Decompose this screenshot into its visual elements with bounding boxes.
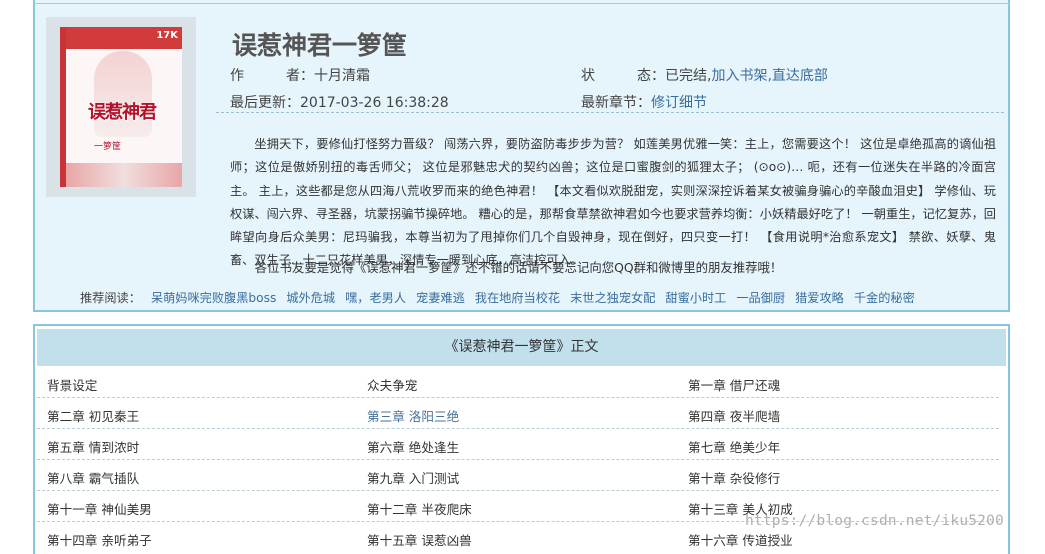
recommend-label: 推荐阅读： xyxy=(80,291,141,305)
recommend-link[interactable]: 城外危城 xyxy=(286,291,335,305)
chapter-link[interactable]: 第十一章 神仙美男 xyxy=(47,499,152,518)
recommend-link[interactable]: 末世之独宠女配 xyxy=(570,291,655,305)
status-value: 已完结, xyxy=(665,68,712,84)
latest-label: 最新章节： xyxy=(581,95,651,111)
chapter-link-visited[interactable]: 第三章 洛阳三绝 xyxy=(367,406,459,425)
watermark: https://blog.csdn.net/iku5200 xyxy=(745,513,1004,529)
recommend-link[interactable]: 我在地府当校花 xyxy=(475,291,560,305)
author-name: 十月清霜 xyxy=(314,68,370,84)
chapter-link[interactable]: 第四章 夜半爬墙 xyxy=(688,406,780,425)
chapter-link[interactable]: 第十四章 亲听弟子 xyxy=(47,530,152,549)
recommend-link[interactable]: 呆萌妈咪完败腹黑boss xyxy=(151,291,276,305)
recommend-link[interactable]: 甜蜜小时工 xyxy=(665,291,726,305)
row-divider xyxy=(37,397,999,398)
cover-subtitle: 一箩筐 xyxy=(94,142,122,152)
status-line: 状 态：已完结,加入书架,直达底部 xyxy=(581,65,828,85)
recommend-row: 推荐阅读： 呆萌妈咪完败腹黑boss 城外危城 嘿，老男人 宠妻难逃 我在地府当校花 末世之… xyxy=(80,288,925,306)
status-label: 状 态： xyxy=(581,68,665,84)
latest-chapter-link[interactable]: 修订细节 xyxy=(651,95,707,111)
chapter-link[interactable]: 第八章 霸气插队 xyxy=(47,468,139,487)
chapter-link[interactable]: 第九章 入门测试 xyxy=(367,468,459,487)
cover-figure xyxy=(94,51,152,137)
book-title: 误惹神君一箩筐 xyxy=(232,31,408,60)
chapter-link[interactable]: 第五章 情到浓时 xyxy=(47,437,139,456)
chapter-link[interactable]: 第六章 绝处逢生 xyxy=(367,437,459,456)
updated-label: 最后更新： xyxy=(230,95,300,111)
chapter-link[interactable]: 第一章 借尸还魂 xyxy=(688,375,780,394)
recommend-link[interactable]: 千金的秘密 xyxy=(854,291,915,305)
cover-art: 17K 误惹神君 一箩筐 xyxy=(60,27,182,187)
recommend-link[interactable]: 宠妻难逃 xyxy=(416,291,465,305)
chapter-link[interactable]: 背景设定 xyxy=(47,375,97,394)
top-divider xyxy=(33,3,1010,4)
chapter-link[interactable]: 第七章 绝美少年 xyxy=(688,437,780,456)
chapter-link[interactable]: 第十六章 传道授业 xyxy=(688,530,793,549)
chapter-link[interactable]: 众夫争宠 xyxy=(367,375,417,394)
book-cover[interactable]: 17K 误惹神君 一箩筐 xyxy=(46,17,196,197)
recommend-link[interactable]: 嘿，老男人 xyxy=(345,291,406,305)
chapter-link[interactable]: 第十章 杂役修行 xyxy=(688,468,780,487)
cover-badge: 17K xyxy=(156,30,178,41)
row-divider xyxy=(37,428,999,429)
updated-time: 2017-03-26 16:38:28 xyxy=(300,95,449,111)
author-label: 作 者： xyxy=(230,68,314,84)
updated-line: 最后更新：2017-03-26 16:38:28 xyxy=(230,92,449,112)
add-to-shelf-link[interactable]: 加入书架, xyxy=(711,68,771,84)
book-intro: 坐拥天下，要修仙打怪努力晋级？ 闯荡六界，要防盗防毒步步为营？ 如莲美男优雅一笑… xyxy=(230,137,996,268)
row-divider xyxy=(37,490,999,491)
goto-bottom-link[interactable]: 直达底部 xyxy=(772,68,828,84)
author-line: 作 者：十月清霜 xyxy=(230,65,370,85)
chapter-link[interactable]: 第二章 初见秦王 xyxy=(47,406,139,425)
recommend-link[interactable]: 一品御厨 xyxy=(736,291,785,305)
cover-strip xyxy=(66,163,182,187)
chapter-list-header: 《误惹神君一箩筐》正文 xyxy=(37,329,1006,366)
info-divider xyxy=(216,112,1004,113)
chapter-link[interactable]: 第十二章 半夜爬床 xyxy=(367,499,472,518)
cover-title: 误惹神君 xyxy=(88,102,157,123)
share-prompt: 各位书友要是觉得《误惹神君一箩筐》还不错的话请不要忘记向您QQ群和微博里的朋友推… xyxy=(254,260,783,275)
row-divider xyxy=(37,459,999,460)
recommend-link[interactable]: 猎爱攻略 xyxy=(795,291,844,305)
chapter-link[interactable]: 第十五章 误惹凶兽 xyxy=(367,530,472,549)
latest-chapter-line: 最新章节：修订细节 xyxy=(581,92,707,112)
